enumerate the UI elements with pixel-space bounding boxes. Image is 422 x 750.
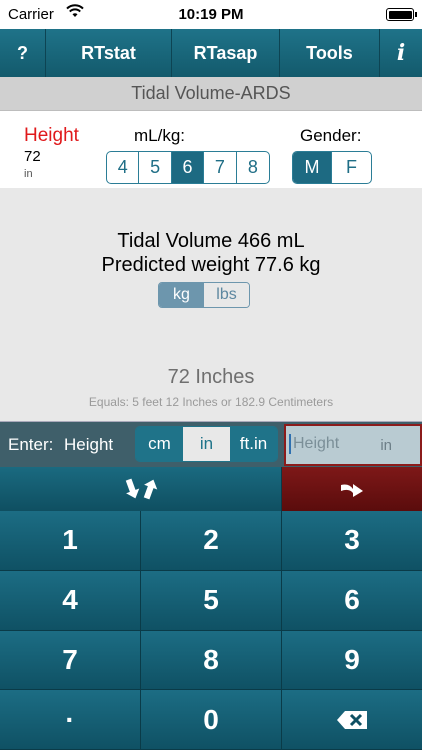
weight-unit-lbs[interactable]: lbs [204,283,249,307]
status-time: 10:19 PM [178,6,244,23]
rtstat-button[interactable]: RTstat [46,29,172,77]
inches-readout: 72 Inches [167,366,255,388]
key-4[interactable]: 4 [0,570,141,631]
key-0[interactable]: 0 [141,690,282,750]
gender-label: Gender: [300,126,362,145]
height-unit: in [24,168,33,180]
key-6[interactable]: 6 [282,570,422,631]
mlkg-option-4[interactable]: 4 [107,152,140,183]
entry-unit-selector: cm in ft.in [135,426,278,462]
key-3[interactable]: 3 [282,511,422,571]
parameters-panel: Height 72 in mL/kg: 4 5 6 7 8 Gender: M … [0,111,422,188]
key-7[interactable]: 7 [0,630,141,691]
swap-button[interactable] [0,467,282,511]
key-9[interactable]: 9 [282,630,422,691]
action-row [0,467,422,511]
curved-arrow-icon [341,484,363,497]
height-input[interactable]: Height in [284,424,422,466]
entry-bar: Enter: Height cm in ft.in Height in [0,421,422,467]
status-bar: Carrier 10:19 PM [0,0,422,29]
backspace-icon [337,710,367,729]
weight-unit-selector: kg lbs [158,282,250,308]
height-input-unit: in [380,437,392,454]
mlkg-selector: 4 5 6 7 8 [106,151,270,184]
text-caret [289,434,291,454]
enter-label: Enter: [8,435,54,454]
key-5[interactable]: 5 [141,570,282,631]
entry-unit-in[interactable]: in [183,427,230,461]
rtasap-button[interactable]: RTasap [172,29,280,77]
results-panel: Tidal Volume 466 mL Predicted weight 77.… [0,188,422,421]
mlkg-option-5[interactable]: 5 [139,152,172,183]
weight-unit-kg[interactable]: kg [159,283,204,307]
entry-unit-ftin[interactable]: ft.in [230,427,277,461]
height-value: 72 [24,148,41,165]
mlkg-option-7[interactable]: 7 [204,152,237,183]
tidal-volume-result: Tidal Volume 466 mL [117,230,305,252]
key-8[interactable]: 8 [141,630,282,691]
next-field-button[interactable] [282,467,422,511]
gender-option-f[interactable]: F [332,152,371,183]
mlkg-option-8[interactable]: 8 [237,152,269,183]
battery-icon [386,8,414,21]
backspace-button[interactable] [282,690,422,750]
mlkg-option-6[interactable]: 6 [171,152,205,183]
key-decimal[interactable]: · [0,690,141,750]
key-1[interactable]: 1 [0,511,141,571]
numeric-keypad: 1 2 3 4 5 6 7 8 9 · 0 [0,511,422,750]
predicted-weight-result: Predicted weight 77.6 kg [101,254,321,276]
nav-bar: ? RTstat RTasap Tools i [0,29,422,77]
swap-arrows-icon [125,478,157,500]
info-button[interactable]: i [380,29,422,77]
entry-unit-cm[interactable]: cm [136,427,183,461]
gender-selector: M F [292,151,372,184]
page-title: Tidal Volume-ARDS [0,77,422,111]
key-2[interactable]: 2 [141,511,282,571]
tools-button[interactable]: Tools [280,29,380,77]
height-input-placeholder: Height [293,435,340,452]
help-button[interactable]: ? [0,29,46,77]
mlkg-label: mL/kg: [134,126,186,145]
gender-option-m[interactable]: M [293,152,333,183]
conversion-readout: Equals: 5 feet 12 Inches or 182.9 Centim… [88,395,334,409]
height-label[interactable]: Height [24,125,79,147]
enter-field-name: Height [64,435,114,454]
